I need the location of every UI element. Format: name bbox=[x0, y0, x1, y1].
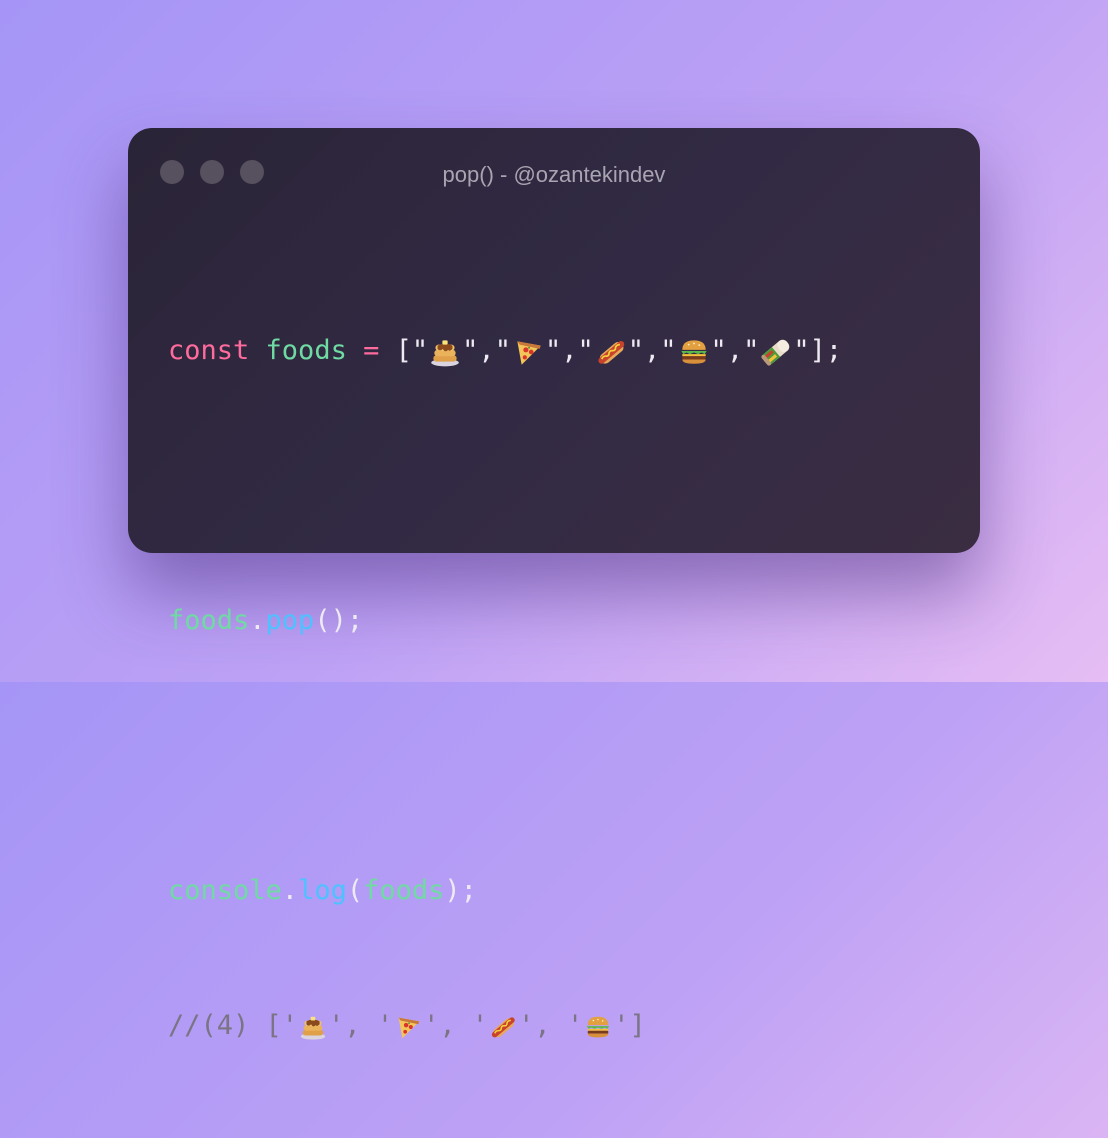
hamburger-icon bbox=[677, 335, 711, 369]
quote: ' bbox=[281, 1010, 299, 1041]
array-close: ]; bbox=[809, 335, 843, 366]
quote: ' bbox=[613, 1010, 630, 1041]
quote: " bbox=[494, 335, 511, 366]
quote: " bbox=[743, 335, 760, 366]
separator: , bbox=[644, 335, 661, 366]
method-log: log bbox=[298, 875, 347, 906]
method-pop: pop bbox=[265, 605, 315, 636]
code-line-log: console. log(foods); bbox=[168, 868, 842, 913]
quote: " bbox=[577, 335, 594, 366]
array-open: [ bbox=[395, 335, 412, 366]
quote: ' bbox=[376, 1010, 394, 1041]
quote: ' bbox=[471, 1010, 489, 1041]
quote: " bbox=[627, 335, 645, 366]
quote: " bbox=[462, 335, 479, 366]
separator: , bbox=[344, 1010, 377, 1041]
code-line-comment: //(4) [' ', ' ', ' ', ' '] bbox=[168, 1003, 842, 1048]
pizza-icon bbox=[511, 335, 545, 369]
code-block: const foods = [" "," "," "," "," "]; foods. po… bbox=[168, 238, 842, 1138]
dot: . bbox=[281, 875, 299, 906]
arg-foods: foods bbox=[363, 875, 445, 906]
burrito-icon bbox=[759, 335, 793, 369]
open-paren: ( bbox=[346, 875, 364, 906]
quote: ' bbox=[328, 1010, 345, 1041]
pizza-icon bbox=[393, 1012, 423, 1042]
separator: , bbox=[439, 1010, 472, 1041]
quote: " bbox=[793, 335, 810, 366]
hotdog-icon bbox=[488, 1012, 518, 1042]
call-parens: (); bbox=[314, 605, 364, 636]
quote: ' bbox=[566, 1010, 584, 1041]
separator: , bbox=[561, 335, 578, 366]
object-console: console bbox=[168, 875, 282, 906]
quote: ' bbox=[518, 1010, 535, 1041]
hamburger-icon bbox=[583, 1012, 613, 1042]
object-foods: foods bbox=[168, 605, 250, 636]
window-title: pop() - @ozantekindev bbox=[442, 162, 666, 187]
code-window: pop() - @ozantekindev const foods = [" ",… bbox=[128, 128, 980, 1041]
quote: " bbox=[411, 335, 429, 366]
variable-foods: foods bbox=[265, 335, 347, 366]
comment-close: ] bbox=[629, 1010, 646, 1041]
keyword-const: const bbox=[168, 335, 250, 366]
comment-items: ' ', ' ', ' ', ' ' bbox=[282, 1003, 630, 1048]
separator: , bbox=[478, 335, 495, 366]
code-line-pop: foods. pop (); bbox=[168, 598, 842, 643]
pancakes-icon bbox=[428, 335, 462, 369]
code-line-declaration: const foods = [" "," "," "," "," "]; bbox=[168, 328, 842, 373]
operator-equals: = bbox=[363, 335, 380, 366]
comment-prefix: //(4) [ bbox=[168, 1010, 282, 1041]
array-items: " "," "," "," "," " bbox=[412, 328, 810, 373]
separator: , bbox=[726, 335, 744, 366]
quote: " bbox=[544, 335, 562, 366]
dot: . bbox=[249, 605, 266, 636]
pancakes-icon bbox=[298, 1012, 328, 1042]
quote: " bbox=[710, 335, 727, 366]
quote: ' bbox=[423, 1010, 440, 1041]
hotdog-icon bbox=[594, 335, 628, 369]
quote: " bbox=[660, 335, 677, 366]
close-paren: ); bbox=[444, 875, 477, 906]
separator: , bbox=[534, 1010, 567, 1041]
